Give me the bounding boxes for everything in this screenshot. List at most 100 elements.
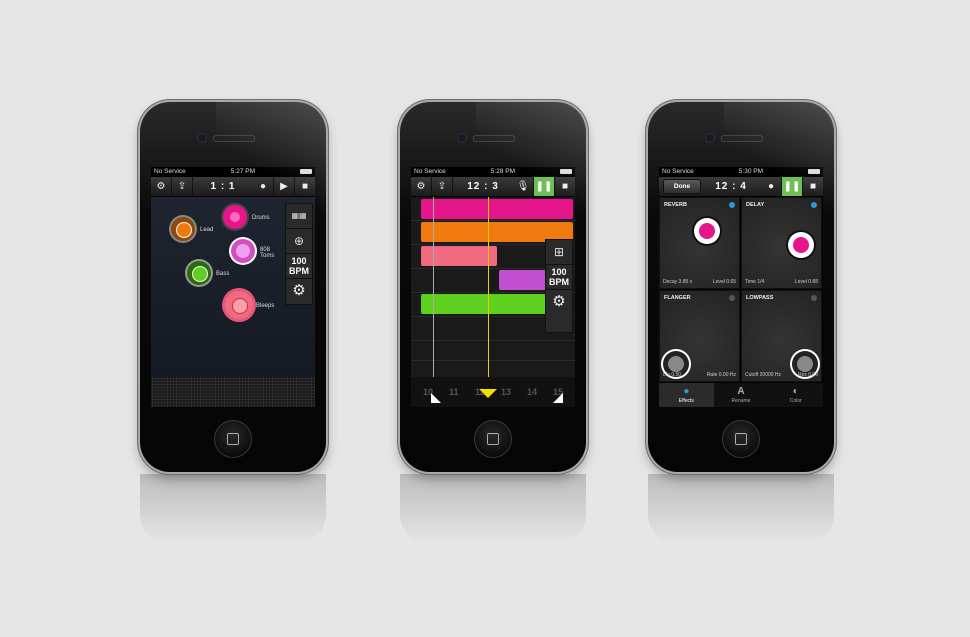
gear-icon[interactable]: ⚙ [546, 290, 572, 314]
effects-grid: REVERB Decay 3.85 s Level 0.65 DELAY Tim… [659, 197, 823, 383]
status-bar: No Service 5:28 PM [411, 167, 575, 177]
effect-title: DELAY [746, 202, 765, 208]
share-icon[interactable]: ⇪ [172, 177, 193, 196]
pause-button[interactable]: ❚❚ [782, 177, 803, 196]
bar-ruler[interactable]: 10 11 12 13 14 15 [411, 377, 575, 407]
tab-bar: ● Effects A Rename ◐ Color [659, 383, 823, 407]
loop-start-handle[interactable] [431, 393, 441, 403]
xy-knob[interactable] [788, 232, 814, 258]
bar-number: 13 [501, 387, 512, 397]
microphone-icon[interactable]: 🎙 [513, 177, 534, 196]
instrument-label: Lead [200, 227, 214, 233]
home-button[interactable] [722, 420, 760, 458]
earpiece [721, 135, 763, 142]
instrument-bubble-drums[interactable] [223, 205, 247, 229]
add-instrument-icon[interactable]: ⊕ [286, 229, 312, 254]
tab-effects[interactable]: ● Effects [659, 383, 714, 407]
bar-number: 11 [449, 387, 459, 397]
clock: 5:28 PM [490, 168, 515, 175]
effect-param-left: Lfo 0.00 [663, 372, 682, 378]
effect-title: REVERB [664, 202, 687, 208]
instrument-label: Bass [216, 271, 230, 277]
color-palette-icon: ◐ [792, 386, 799, 397]
earpiece [213, 135, 255, 142]
play-button[interactable]: ▶ [274, 177, 295, 196]
gear-icon[interactable]: ⚙ [286, 279, 312, 303]
share-icon[interactable]: ⇪ [432, 177, 453, 196]
timeline[interactable]: ⊞ 100 BPM ⚙ 10 11 12 13 14 15 [411, 197, 575, 407]
effect-enabled-indicator[interactable] [811, 295, 817, 301]
clip-drums[interactable] [421, 199, 573, 219]
pause-button[interactable]: ❚❚ [534, 177, 555, 196]
xy-knob[interactable] [694, 218, 720, 244]
effect-param-right: Rate 0.00 Hz [706, 372, 736, 378]
instrument-canvas[interactable]: Lead Drums 808 Toms Bass Bleeps ▦▦ ⊕ 100… [151, 197, 315, 377]
side-panel: ⊞ 100 BPM ⚙ [545, 239, 573, 333]
battery-icon [559, 169, 572, 174]
effect-param-left: Cutoff 20000 Hz [745, 372, 782, 378]
instrument-label: 808 Toms [260, 247, 275, 259]
add-clip-icon[interactable]: ⊞ [546, 240, 572, 265]
status-bar: No Service 5:27 PM [151, 167, 315, 177]
effect-panel-lowpass[interactable]: LOWPASS Cutoff 20000 Hz Res 0.00 [741, 290, 822, 382]
track-divider [411, 220, 575, 221]
effect-panel-reverb[interactable]: REVERB Decay 3.85 s Level 0.65 [659, 197, 740, 289]
playhead-line [488, 197, 489, 397]
track-divider [411, 360, 575, 361]
instrument-bubble-lead[interactable] [171, 217, 195, 241]
earpiece [473, 135, 515, 142]
effect-param-right: Res 0.00 [797, 372, 818, 378]
instrument-bubble-bass[interactable] [187, 261, 211, 285]
bpm-button[interactable]: 100 BPM [286, 254, 312, 279]
effect-title: FLANGER [664, 295, 691, 301]
stop-button[interactable]: ■ [295, 177, 315, 196]
instrument-bubble-bleeps[interactable] [225, 291, 253, 319]
effects-icon: ● [683, 386, 690, 397]
carrier-label: No Service [414, 168, 446, 175]
toolbar: ⚙ ⇪ 1 : 1 ● ▶ ■ [151, 177, 315, 197]
clock: 5:30 PM [738, 168, 763, 175]
screen-2: No Service 5:28 PM ⚙ ⇪ 12 : 3 🎙 ❚❚ ■ ⊞ 1… [411, 167, 575, 407]
effect-panel-flanger[interactable]: FLANGER Lfo 0.00 Rate 0.00 Hz [659, 290, 740, 382]
home-button[interactable] [214, 420, 252, 458]
stop-button[interactable]: ■ [555, 177, 575, 196]
phone-1: No Service 5:27 PM ⚙ ⇪ 1 : 1 ● ▶ ■ Lead … [140, 102, 326, 472]
instrument-bubble-808-toms[interactable] [231, 239, 255, 263]
screen-1: No Service 5:27 PM ⚙ ⇪ 1 : 1 ● ▶ ■ Lead … [151, 167, 315, 407]
loop-end-handle[interactable] [553, 393, 563, 403]
instrument-label: Bleeps [256, 303, 275, 309]
effect-panel-delay[interactable]: DELAY Time 1/4 Level 0.88 [741, 197, 822, 289]
effect-title: LOWPASS [746, 295, 774, 301]
home-button[interactable] [474, 420, 512, 458]
effect-param-left: Time 1/4 [745, 279, 765, 285]
position-counter: 12 : 3 [467, 181, 499, 192]
effect-param-left: Decay 3.85 s [663, 279, 693, 285]
effect-enabled-indicator[interactable] [729, 295, 735, 301]
effect-param-right: Level 0.88 [794, 279, 818, 285]
battery-icon [299, 169, 312, 174]
effect-enabled-indicator[interactable] [729, 202, 735, 208]
tab-color[interactable]: ◐ Color [768, 383, 823, 407]
bpm-button[interactable]: 100 BPM [546, 265, 572, 290]
side-panel: ▦▦ ⊕ 100 BPM ⚙ [285, 203, 313, 305]
tab-rename[interactable]: A Rename [714, 383, 769, 407]
phone-2: No Service 5:28 PM ⚙ ⇪ 12 : 3 🎙 ❚❚ ■ ⊞ 1… [400, 102, 586, 472]
sequencer-toggle-icon[interactable]: ▦▦ [286, 204, 312, 229]
effect-param-right: Level 0.65 [712, 279, 736, 285]
front-camera [705, 133, 715, 143]
settings-icon[interactable]: ⚙ [411, 177, 432, 196]
playhead-handle[interactable] [479, 389, 497, 398]
record-button[interactable]: ● [761, 177, 782, 196]
clip-808-toms[interactable] [499, 270, 547, 290]
settings-icon[interactable]: ⚙ [151, 177, 172, 196]
track-divider [411, 340, 575, 341]
keyboard-area[interactable] [151, 377, 315, 407]
effect-enabled-indicator[interactable] [811, 202, 817, 208]
record-button[interactable]: ● [253, 177, 274, 196]
front-camera [457, 133, 467, 143]
done-button[interactable]: Done [663, 179, 701, 194]
tab-label: Color [789, 398, 802, 404]
instrument-label: Drums [252, 215, 270, 221]
toolbar: Done 12 : 4 ● ❚❚ ■ [659, 177, 823, 197]
stop-button[interactable]: ■ [803, 177, 823, 196]
